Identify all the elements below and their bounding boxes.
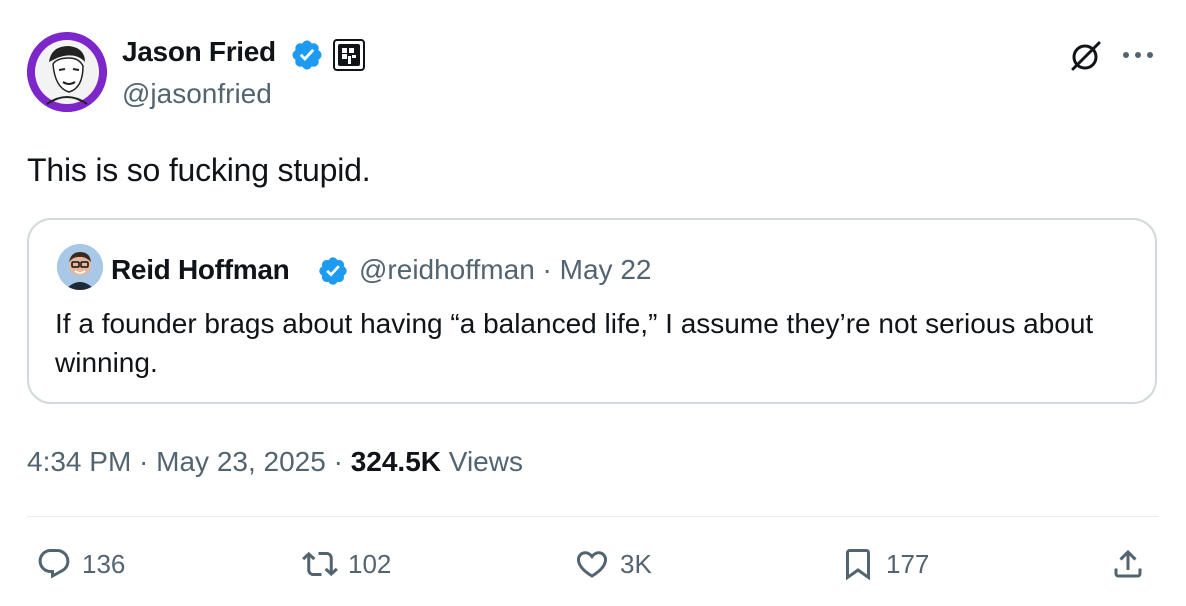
like-button[interactable]: 3K — [574, 540, 652, 588]
tweet-text: This is so fucking stupid. — [27, 152, 371, 188]
reply-count: 136 — [82, 548, 126, 579]
quoted-tweet-text: If a founder brags about having “a balan… — [55, 308, 1094, 378]
author-handle[interactable]: @jasonfried — [122, 78, 272, 110]
share-button[interactable] — [1110, 540, 1146, 588]
repost-count: 102 — [348, 548, 392, 579]
like-icon — [576, 551, 608, 578]
reply-button[interactable]: 136 — [36, 540, 125, 588]
views-count: 324.5K — [350, 446, 442, 477]
repost-icon — [302, 551, 338, 577]
author-name[interactable]: Jason Fried — [122, 36, 276, 68]
affiliate-badge-icon[interactable] — [333, 39, 365, 71]
grok-icon[interactable] — [1066, 38, 1104, 76]
bookmark-count: 177 — [886, 548, 930, 579]
quoted-verified-badge-icon[interactable] — [317, 255, 349, 287]
tweet-timestamp[interactable]: 4:34 PM · May 23, 2025 · — [27, 446, 351, 477]
bookmark-icon — [846, 549, 870, 581]
actions-divider — [27, 516, 1159, 517]
quoted-author-avatar[interactable] — [57, 244, 103, 290]
quoted-avatar-image — [57, 244, 103, 290]
more-icon[interactable] — [1118, 42, 1158, 68]
views-label: Views — [441, 446, 523, 477]
verified-badge-icon[interactable] — [290, 38, 324, 72]
like-count: 3K — [620, 548, 652, 579]
quoted-tweet[interactable]: Reid Hoffman @reidhoffman · May 22 If a … — [27, 218, 1157, 404]
quoted-author-name[interactable]: Reid Hoffman — [111, 254, 290, 286]
quoted-handle-date[interactable]: @reidhoffman · May 22 — [359, 254, 651, 286]
tweet-meta: 4:34 PM · May 23, 2025 · 324.5K Views — [27, 446, 523, 478]
share-icon — [1114, 549, 1142, 578]
repost-button[interactable]: 102 — [302, 540, 391, 588]
author-avatar[interactable] — [27, 32, 107, 112]
bookmark-button[interactable]: 177 — [840, 540, 929, 588]
author-avatar-image — [27, 32, 107, 112]
reply-icon — [38, 549, 70, 579]
tweet-card: Jason Fried @jasonfried This is so fucki… — [0, 0, 1186, 606]
